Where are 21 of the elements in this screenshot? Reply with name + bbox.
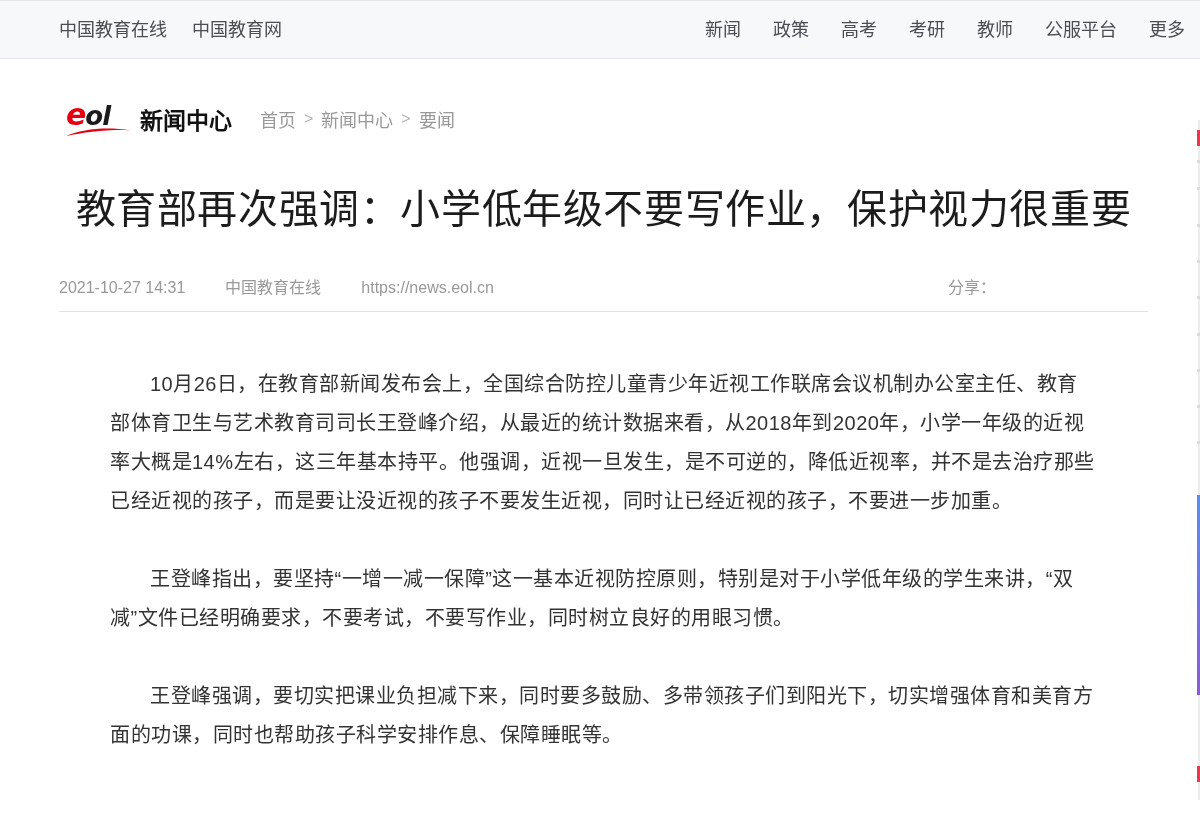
nav-link[interactable]: 高考 — [841, 17, 877, 42]
nav-link[interactable]: 更多 — [1149, 17, 1185, 42]
site-link[interactable]: 中国教育网 — [192, 17, 282, 42]
article-paragraph: 10月26日，在教育部新闻发布会上，全国综合防控儿童青少年近视工作联席会议机制办公室主任、教育部体育卫生与艺术教育司司长王登峰介绍，从最近的统计数据来看，从2018年到2020年，小学一年级的近视率大概是14%左右，这三年基本持平。他强调，近视一旦发生，是不可逆的，降低近视率，并不是去治疗那些已经近视的孩子，而是要让没近视的孩子不要发生近视，同时让已经近视的孩子，不要进一步加重。 — [110, 372, 1095, 514]
source-url: https://news.eol.cn — [361, 278, 494, 298]
article-title: 教育部再次强调：小学低年级不要写作业，保护视力很重要 — [74, 186, 1133, 233]
share-label: 分享： — [948, 278, 996, 298]
breadcrumb-separator: > — [401, 110, 411, 128]
source-name: 中国教育在线 — [225, 278, 322, 298]
nav-link[interactable]: 公服平台 — [1045, 17, 1117, 42]
article-paragraph: 王登峰指出，要坚持“一增一减一保障”这一基本近视防控原则，特别是对于小学低年级的学生来讲，“双减”文件已经明确要求，不要考试，不要写作业，同时树立良好的用眼习惯。 — [110, 567, 1075, 631]
nav-link[interactable]: 教师 — [977, 17, 1013, 42]
article-paragraph: 王登峰强调，要切实把课业负担减下来，同时要多鼓励、多带领孩子们到阳光下，切实增强体育和美育方面的功课，同时也帮助孩子科学安排作息、保障睡眠等。 — [110, 684, 1094, 748]
breadcrumb-separator: > — [304, 110, 314, 128]
site-logo[interactable]: eol — [64, 101, 132, 137]
nav-link[interactable]: 考研 — [909, 17, 945, 42]
nav-link[interactable]: 新闻 — [705, 17, 741, 42]
site-link[interactable]: 中国教育在线 — [59, 17, 167, 42]
section-title: 新闻中心 — [140, 107, 232, 136]
publish-date: 2021-10-27 14:31 — [59, 278, 186, 298]
nav-link[interactable]: 政策 — [773, 17, 809, 42]
